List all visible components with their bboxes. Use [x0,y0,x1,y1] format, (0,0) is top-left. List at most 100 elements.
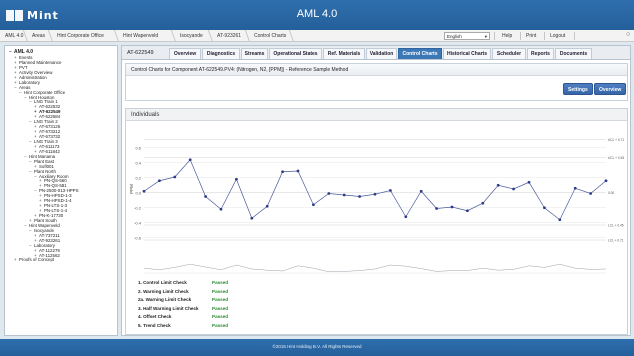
print-link[interactable]: Print [526,31,536,41]
navigation-tree-panel: − AML 4.0 + Events + Planned Maintenance + PVT +… [4,45,118,336]
overview-button[interactable]: Overview [594,83,627,95]
nav-divider [544,32,545,40]
data-point [435,207,438,210]
component-label: AT-622549 [127,50,154,56]
limit-label: 0.00 [608,191,614,195]
tab-historical-charts[interactable]: Historical Charts [443,48,491,59]
y-tick-label: 0.2 [135,175,141,180]
breadcrumb-separator [44,30,54,42]
data-point [466,209,469,213]
check-name: 1. Control Limit Check [138,280,187,285]
tree-node-label: Proofs of Concept [19,257,55,263]
individuals-chart: 0.6 0.4 0.2 0.0 -0.2 -0.4 -0.6 PPM UCL + 0.71 UCL… [129,138,624,274]
breadcrumb-separator [285,30,295,42]
check-status: Passed [212,314,229,320]
chart-title: Individuals [126,109,627,121]
data-point [265,204,269,208]
tab-documents[interactable]: Documents [555,48,592,59]
series-line [143,159,607,221]
footer: ©2015 Hint Holding B.V. All Rights Reser… [0,339,634,356]
check-status: Passed [212,280,229,285]
data-point [204,195,207,198]
data-point [158,179,161,183]
data-point [281,170,284,174]
chevron-down-icon: ▾ [484,34,487,39]
data-point [389,189,392,192]
tree-node[interactable]: + Proofs of Concept [9,257,117,263]
breadcrumb-separator [167,30,177,42]
data-point [496,183,500,187]
y-tick-label: -0.4 [134,220,142,225]
data-point [589,192,592,195]
settings-button[interactable]: Settings [563,83,593,95]
data-point [188,158,192,162]
data-point [543,206,546,210]
breadcrumb-separator [241,30,251,42]
check-status: Passed [212,297,229,303]
limit-label: LCL + 0.71 [608,238,624,242]
copyright-text: ©2015 Hint Holding B.V. All Rights Reser… [272,344,362,349]
tab-ref-materials[interactable]: Ref. Materials [323,48,365,59]
tab-control-charts[interactable]: Control Charts [398,48,442,59]
limit-label: UCL + 0.71 [608,138,624,142]
help-link[interactable]: Help [502,31,512,41]
panel-title: Control Charts for Component AT-622549.P… [126,64,627,76]
check-name: 5. Trend Check [138,323,171,328]
check-name: 2a. Warning Limit Check [138,297,192,303]
breadcrumb: AML 4.0 Areas Hint Corporate Office Hint… [0,30,634,42]
data-point [173,175,177,179]
data-point [342,193,346,197]
breadcrumb-item[interactable]: Control Charts [251,31,286,41]
data-point [312,203,315,207]
limit-label: LCL + 0.45 [608,223,624,227]
logout-link[interactable]: Logout [550,31,565,41]
search-icon[interactable]: ○ [626,31,630,38]
breadcrumb-item[interactable]: Isocyande [177,31,203,41]
data-point [604,179,608,183]
y-tick-label: 0.0 [135,190,141,195]
breadcrumb-item[interactable]: Hint Wapenveld [120,31,158,41]
data-point [527,180,531,184]
tab-bar: AT-622549 Overview Diagnostics Streams O… [122,46,630,60]
breadcrumb-item[interactable]: AT-923261 [214,31,241,41]
y-tick-label: -0.6 [134,235,142,240]
data-point [250,216,254,220]
breadcrumb-item[interactable]: Hint Corporate Office [54,31,104,41]
breadcrumb-item[interactable]: Areas [29,31,45,41]
nav-divider [520,32,521,40]
data-point [219,207,223,211]
data-point [419,189,423,193]
check-name: 3. Half Warning Limit Check [138,305,199,311]
data-point [235,177,238,181]
language-select[interactable]: English ▾ [444,32,490,40]
data-point [481,201,485,205]
tab-diagnostics[interactable]: Diagnostics [202,48,240,59]
data-point [404,215,408,219]
tab-overview[interactable]: Overview [169,48,201,59]
control-chart-panel: Control Charts for Component AT-622549.P… [125,63,628,101]
app-title: AML 4.0 [296,8,338,20]
tab-streams[interactable]: Streams [241,48,268,59]
main-content: AT-622549 Overview Diagnostics Streams O… [121,45,631,336]
navigation-tree: − AML 4.0 + Events + Planned Maintenance + PVT +… [9,49,117,263]
nav-divider [574,32,575,40]
nav-divider [494,32,495,40]
data-point [373,192,377,196]
tab-validation[interactable]: Validation [366,48,397,59]
check-status: Passed [212,323,229,328]
individuals-chart-panel: Individuals 0.6 0.4 0.2 0.0 -0.2 -0.4 -0.6 PPM U… [125,108,628,335]
limit-label: UCL + 0.45 [608,156,624,160]
data-point [327,192,331,195]
check-name: 2. Warning Limit Check [138,288,189,294]
tab-scheduler[interactable]: Scheduler [492,48,526,59]
tab-operational-states[interactable]: Operational States [269,48,322,59]
breadcrumb-separator [204,30,214,42]
data-point [142,189,146,193]
language-value: English [447,34,462,39]
tab-reports[interactable]: Reports [527,48,554,59]
check-status: Passed [212,288,229,294]
check-status: Passed [212,305,229,311]
check-name: 4. Offset Check [138,314,172,320]
moving-range-line [143,263,607,273]
data-point [512,187,515,191]
